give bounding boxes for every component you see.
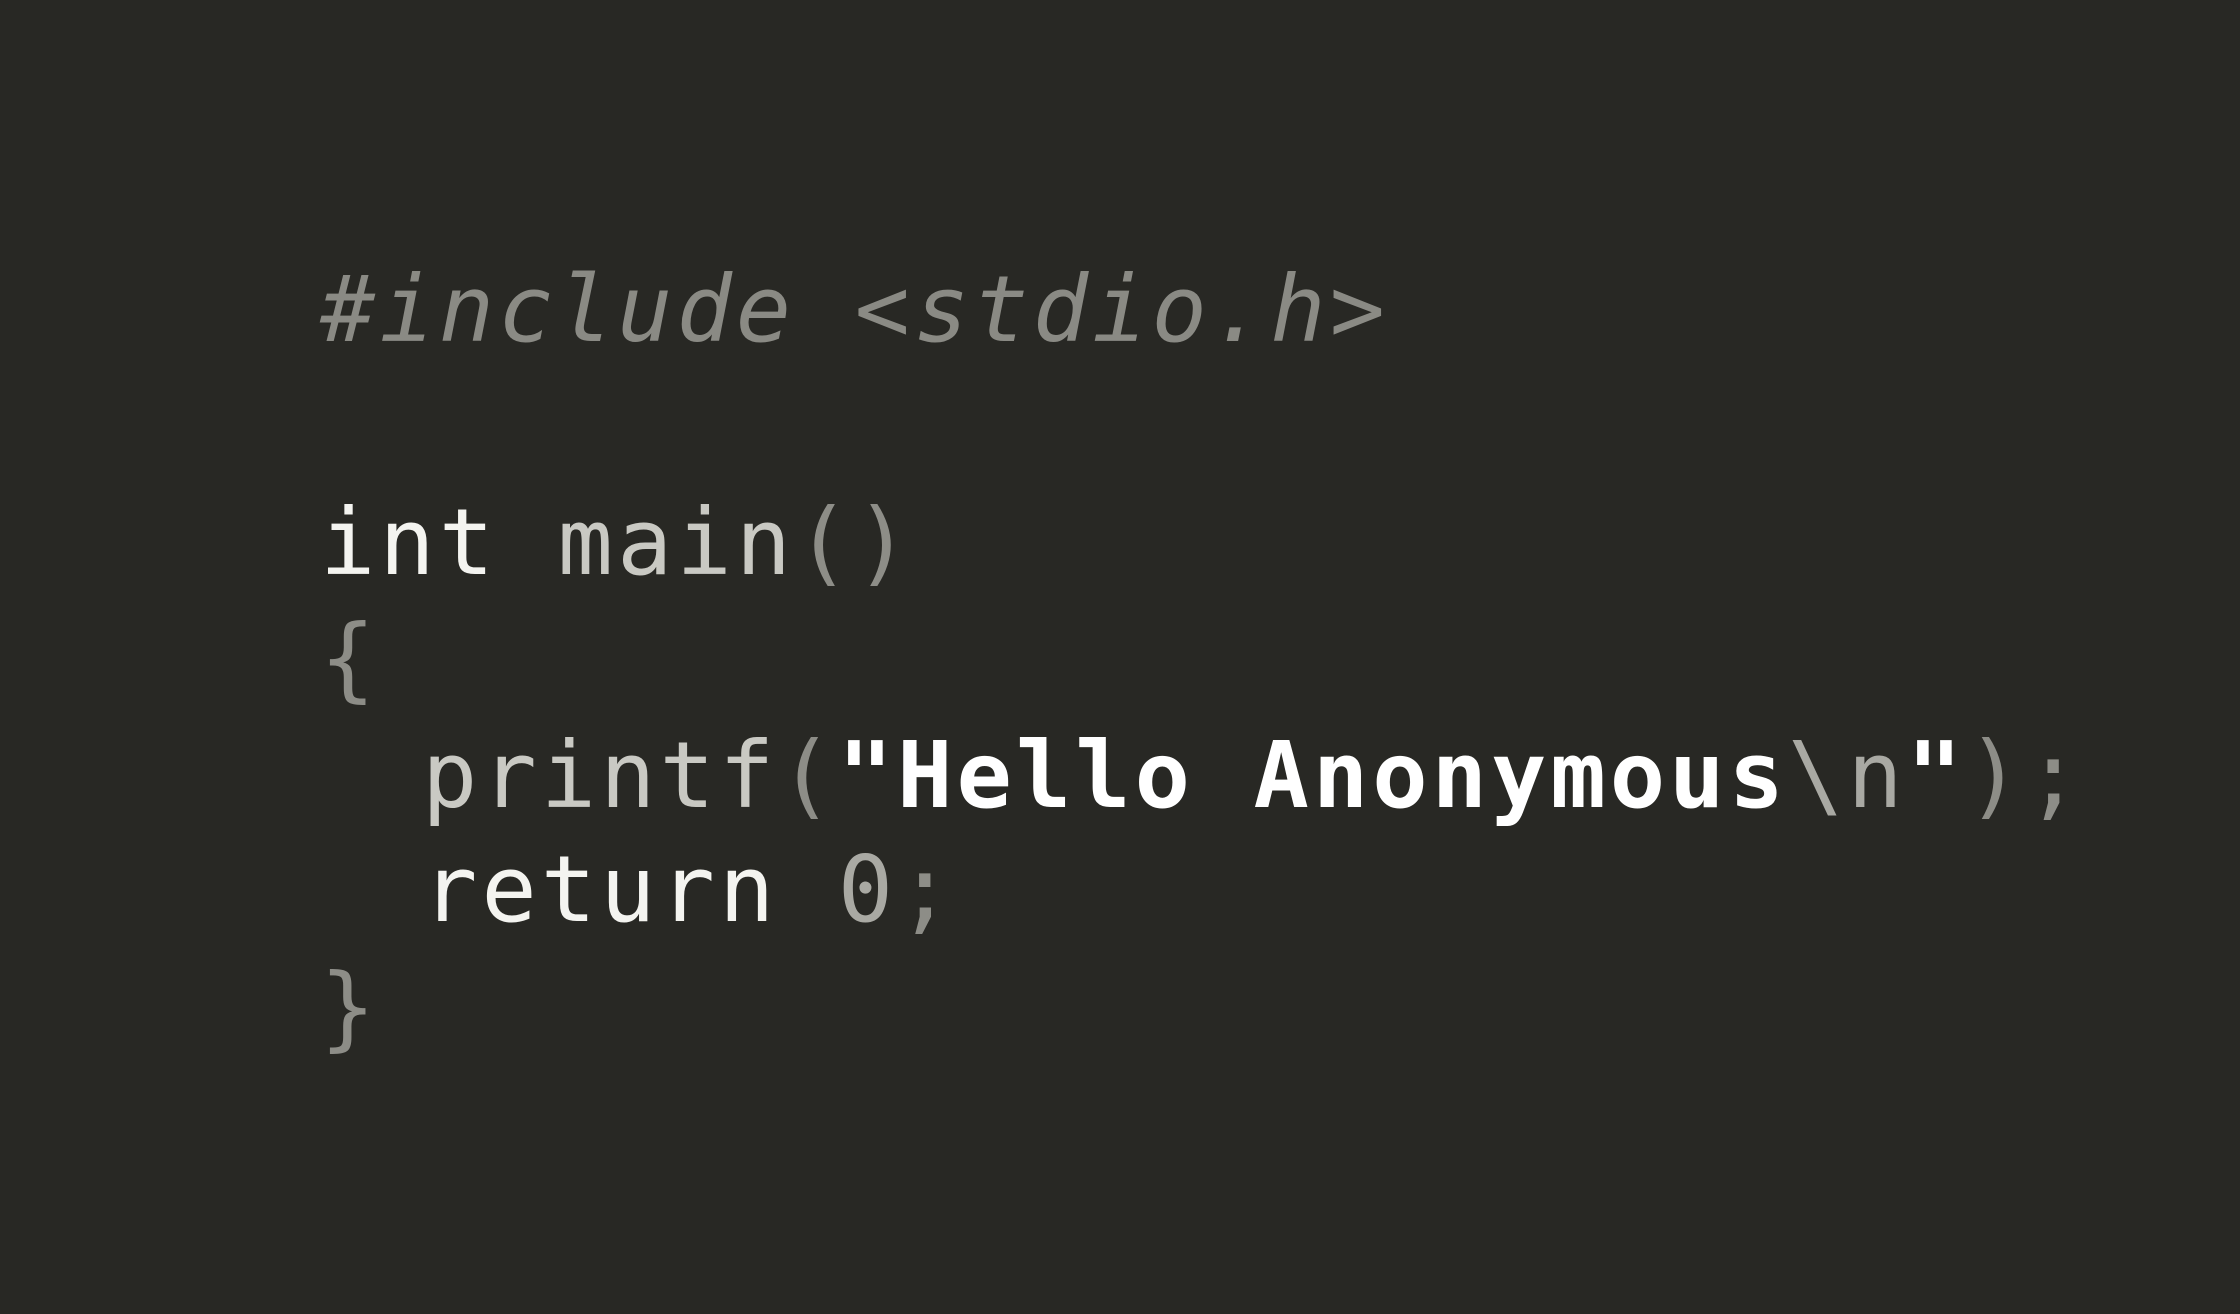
function-name: main: [557, 489, 796, 596]
open-brace: {: [320, 605, 380, 712]
string-literal: "Hello Anonymous: [837, 722, 1788, 829]
string-close-quote: ": [1906, 722, 1967, 829]
semicolon: ;: [2025, 722, 2085, 829]
semicolon: ;: [897, 836, 957, 943]
code-line-close-brace: }: [320, 949, 379, 1067]
code-editor: #include <stdio.h> int main() { printf("…: [0, 0, 2240, 1314]
code-line-open-brace: {: [320, 600, 379, 718]
return-type: int: [320, 489, 499, 596]
close-paren: ): [1966, 722, 2026, 829]
close-paren: ): [854, 489, 914, 596]
open-paren: (: [778, 722, 838, 829]
printf-call: printf: [422, 722, 779, 829]
escape-sequence: \n: [1787, 722, 1907, 829]
return-value: 0: [837, 836, 898, 943]
include-header: <stdio.h>: [854, 256, 1389, 363]
code-line-return: return 0;: [320, 831, 957, 949]
code-line-main-signature: int main(): [320, 484, 914, 602]
close-brace: }: [320, 954, 380, 1061]
open-paren: (: [795, 489, 855, 596]
include-directive: #include: [320, 256, 796, 363]
return-keyword: return: [422, 836, 779, 943]
code-line-printf: printf("Hello Anonymous\n");: [320, 717, 2085, 835]
code-line-include: #include <stdio.h>: [320, 251, 1389, 369]
